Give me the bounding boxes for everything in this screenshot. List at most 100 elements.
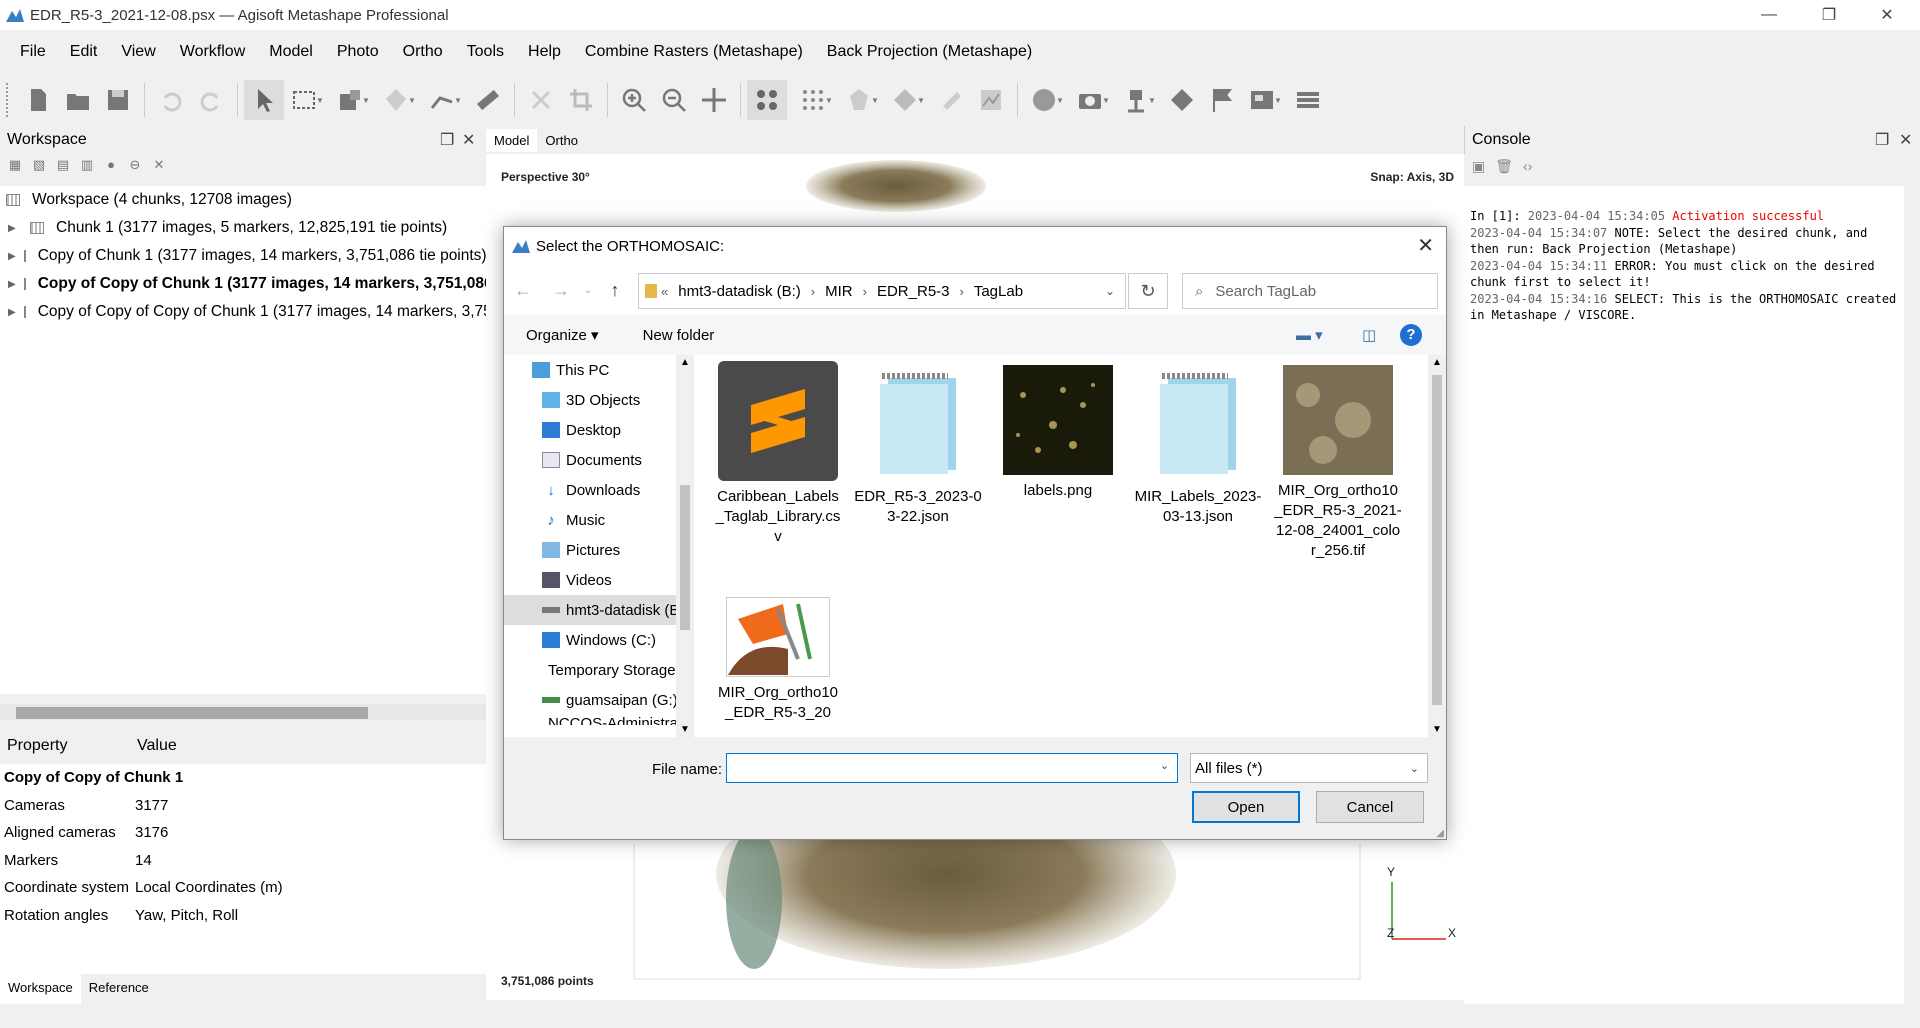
nav-item-desktop[interactable]: Desktop <box>504 415 694 445</box>
add-chunk-icon[interactable]: ▦ <box>6 156 24 174</box>
breadcrumb-mir[interactable]: MIR <box>819 283 859 300</box>
new-folder-button[interactable]: New folder <box>621 327 737 344</box>
expand-arrow-icon[interactable]: ▶ <box>8 279 16 290</box>
zoom-in-icon[interactable] <box>614 80 654 120</box>
breadcrumb-taglab[interactable]: TagLab <box>968 283 1029 300</box>
tiled-model-icon[interactable] <box>931 80 971 120</box>
restore-button[interactable]: ❐ <box>1800 0 1858 30</box>
address-dropdown-icon[interactable]: ⌄ <box>1105 284 1115 298</box>
tab-ortho[interactable]: Ortho <box>537 129 586 152</box>
menu-workflow[interactable]: Workflow <box>168 43 258 61</box>
menu-ortho[interactable]: Ortho <box>391 43 455 61</box>
nav-item-hmt3-datadisk[interactable]: hmt3-datadisk (B:) <box>504 595 694 625</box>
save-log-icon[interactable]: ▣ <box>1472 158 1485 175</box>
workspace-horizontal-scrollbar[interactable] <box>0 704 486 720</box>
forward-arrow-icon[interactable]: → <box>542 280 580 301</box>
breadcrumb-separator-icon[interactable]: › <box>807 284 819 299</box>
chunk-row[interactable]: ▶ Copy of Chunk 1 (3177 images, 14 marke… <box>0 242 486 270</box>
scroll-down-icon[interactable]: ▼ <box>680 724 690 735</box>
close-panel-icon[interactable]: ✕ <box>462 130 475 150</box>
clear-log-icon[interactable]: 🗑 <box>1495 158 1513 175</box>
resize-region-icon[interactable] <box>330 80 370 120</box>
nav-item-videos[interactable]: Videos <box>504 565 694 595</box>
file-item[interactable]: EDR_R5-3_2023-03-22.json <box>854 361 982 527</box>
address-bar[interactable]: « hmt3-datadisk (B:) › MIR › EDR_R5-3 › Tag… <box>638 273 1126 309</box>
workspace-root-row[interactable]: Workspace (4 chunks, 12708 images) <box>0 186 486 214</box>
menu-tools[interactable]: Tools <box>455 43 516 61</box>
expand-arrow-icon[interactable]: ▶ <box>8 223 22 234</box>
recent-locations-chevron-icon[interactable]: ⌄ <box>580 285 596 296</box>
show-markers-icon[interactable] <box>1202 80 1242 120</box>
tab-model[interactable]: Model <box>486 128 538 152</box>
expand-arrow-icon[interactable]: ▶ <box>8 251 16 262</box>
file-list-scrollbar[interactable]: ▲ ▼ <box>1428 355 1446 737</box>
navigation-pane-scrollbar[interactable]: ▲ ▼ <box>676 355 694 737</box>
polyline-icon[interactable] <box>422 80 462 120</box>
chunk-row[interactable]: ▶ Chunk 1 (3177 images, 5 markers, 12,82… <box>0 214 486 242</box>
nav-item-3d-objects[interactable]: 3D Objects <box>504 385 694 415</box>
property-column-header[interactable]: Property <box>0 737 130 755</box>
search-input[interactable]: ⌕ Search TagLab <box>1182 273 1438 309</box>
nav-item-downloads[interactable]: ↓ Downloads <box>504 475 694 505</box>
menu-combine-rasters[interactable]: Combine Rasters (Metashape) <box>573 43 815 61</box>
new-document-icon[interactable] <box>18 80 58 120</box>
preview-pane-icon[interactable]: ◫ <box>1362 326 1376 344</box>
breadcrumb-edr[interactable]: EDR_R5-3 <box>871 283 956 300</box>
file-item[interactable]: labels.png <box>994 361 1122 501</box>
float-panel-icon[interactable]: ❐ <box>1875 130 1889 150</box>
menu-file[interactable]: File <box>8 43 58 61</box>
remove-icon[interactable]: ✕ <box>150 156 168 174</box>
refresh-button[interactable]: ↻ <box>1128 273 1168 309</box>
scroll-up-icon[interactable]: ▲ <box>1432 357 1442 368</box>
menu-view[interactable]: View <box>109 43 167 61</box>
menu-help[interactable]: Help <box>516 43 573 61</box>
reset-view-icon[interactable] <box>1116 80 1156 120</box>
nav-item-windows-c[interactable]: Windows (C:) <box>504 625 694 655</box>
scrollbar-thumb[interactable] <box>680 485 690 630</box>
add-photos-icon[interactable]: ▧ <box>30 156 48 174</box>
navigation-pointer-icon[interactable] <box>244 80 284 120</box>
nav-item-music[interactable]: ♪ Music <box>504 505 694 535</box>
view-options-icon[interactable]: ▬ ▾ <box>1296 326 1323 344</box>
nav-item-temporary-storage[interactable]: Temporary Storage (D:) <box>504 655 694 685</box>
enable-icon[interactable]: ● <box>102 156 120 174</box>
close-panel-icon[interactable]: ✕ <box>1899 130 1912 150</box>
open-folder-icon[interactable] <box>58 80 98 120</box>
cancel-button[interactable]: Cancel <box>1316 791 1424 823</box>
nav-item-nccos[interactable]: NCCOS-Administrative <box>504 715 694 725</box>
close-window-button[interactable]: ✕ <box>1858 0 1916 30</box>
ruler-icon[interactable] <box>468 80 508 120</box>
file-name-input[interactable] <box>726 753 1178 783</box>
nav-item-pictures[interactable]: Pictures <box>504 535 694 565</box>
scroll-up-icon[interactable]: ▲ <box>680 357 690 368</box>
file-item[interactable]: MIR_Org_ortho10_EDR_R5-3_20 <box>714 587 842 723</box>
back-arrow-icon[interactable]: ← <box>504 280 542 301</box>
scroll-down-icon[interactable]: ▼ <box>1432 724 1442 735</box>
move-object-icon[interactable] <box>694 80 734 120</box>
zoom-out-icon[interactable] <box>654 80 694 120</box>
shape-draw-icon[interactable] <box>376 80 416 120</box>
organize-button[interactable]: Organize ▾ <box>504 326 621 344</box>
undo-icon[interactable] <box>151 80 191 120</box>
save-icon[interactable] <box>98 80 138 120</box>
disable-icon[interactable]: ⊖ <box>126 156 144 174</box>
value-column-header[interactable]: Value <box>130 737 177 755</box>
run-script-icon[interactable]: ‹› <box>1523 158 1532 175</box>
tab-workspace[interactable]: Workspace <box>0 974 81 1004</box>
remove-items-icon[interactable]: ▥ <box>78 156 96 174</box>
show-shapes-icon[interactable] <box>1162 80 1202 120</box>
file-type-select[interactable]: All files (*) ⌄ <box>1190 753 1428 783</box>
menu-back-projection[interactable]: Back Projection (Metashape) <box>815 43 1044 61</box>
rectangle-selection-icon[interactable] <box>284 80 324 120</box>
menu-photo[interactable]: Photo <box>325 43 391 61</box>
chunk-row-active[interactable]: ▶ Copy of Copy of Chunk 1 (3177 images, … <box>0 270 486 298</box>
camera-icon[interactable] <box>1070 80 1110 120</box>
minimize-button[interactable]: — <box>1740 0 1798 30</box>
scrollbar-thumb[interactable] <box>16 707 368 719</box>
chunk-row[interactable]: ▶ Copy of Copy of Copy of Chunk 1 (3177 … <box>0 298 486 326</box>
globe-icon[interactable] <box>1024 80 1064 120</box>
dialog-close-button[interactable]: ✕ <box>1417 233 1434 258</box>
delete-selection-icon[interactable] <box>521 80 561 120</box>
point-cloud-icon[interactable] <box>747 80 787 120</box>
menu-edit[interactable]: Edit <box>58 43 110 61</box>
